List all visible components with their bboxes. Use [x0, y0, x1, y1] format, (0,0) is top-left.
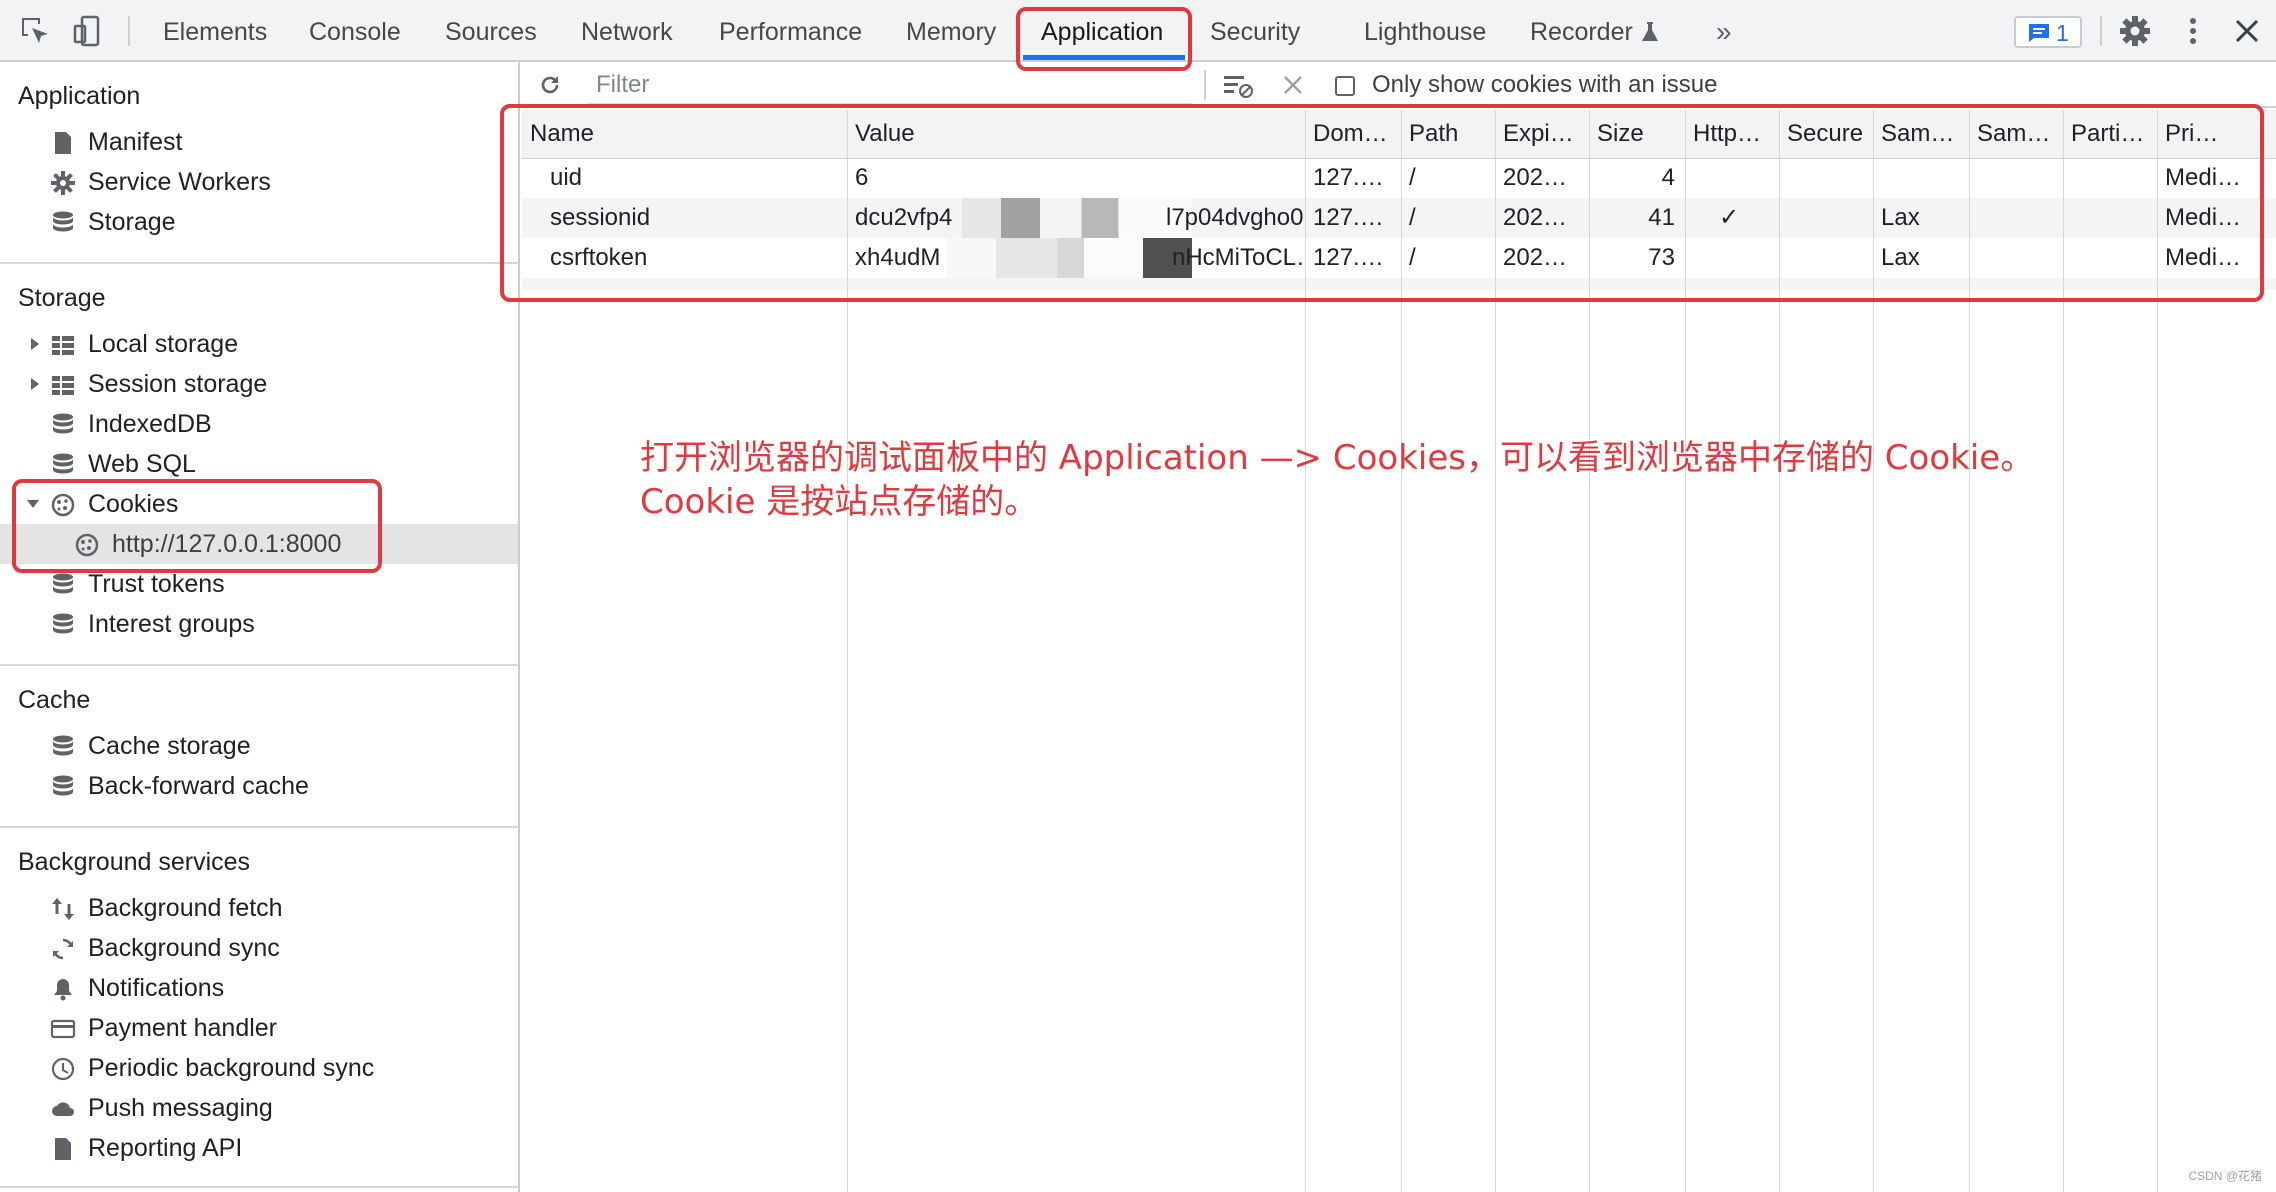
recorder-flask-icon: [1642, 22, 1658, 41]
clear-filtered-cookies-icon[interactable]: [1222, 72, 1256, 100]
cookies-toolbar: Only show cookies with an issue: [520, 62, 2276, 108]
section-title-cache: Cache: [18, 686, 91, 714]
expand-arrow-icon[interactable]: [28, 334, 42, 354]
sidebar-item-payment-handler[interactable]: Payment handler: [0, 1008, 518, 1048]
tab-performance[interactable]: Performance: [719, 0, 862, 60]
sidebar-item-background-sync[interactable]: Background sync: [0, 928, 518, 968]
database-icon: [53, 453, 73, 474]
gear-icon: [51, 171, 75, 195]
device-toolbar-icon[interactable]: [72, 14, 106, 48]
tab-network[interactable]: Network: [581, 0, 673, 60]
more-tabs-button[interactable]: »: [1716, 0, 1732, 60]
application-sidebar: Application Manifest Service Workers Sto…: [0, 62, 520, 1192]
sidebar-item-background-fetch[interactable]: Background fetch: [0, 888, 518, 928]
tab-memory[interactable]: Memory: [906, 0, 996, 60]
sync-icon: [53, 938, 73, 960]
tab-sources[interactable]: Sources: [445, 0, 537, 60]
sidebar-item-session-storage[interactable]: Session storage: [0, 364, 518, 404]
watermark: CSDN @花猪: [2188, 1169, 2262, 1183]
expand-arrow-icon[interactable]: [28, 374, 42, 394]
issues-message-icon: [2029, 24, 2049, 42]
inspect-element-icon[interactable]: [18, 14, 52, 48]
database-icon: [53, 573, 73, 594]
tab-elements[interactable]: Elements: [163, 0, 267, 60]
sidebar-item-periodic-background-sync[interactable]: Periodic background sync: [0, 1048, 518, 1088]
sidebar-item-notifications[interactable]: Notifications: [0, 968, 518, 1008]
delete-all-cookies-icon[interactable]: [1282, 74, 1304, 96]
sidebar-divider: [0, 1186, 518, 1188]
sidebar-divider: [0, 826, 518, 828]
database-icon: [53, 775, 73, 796]
only-issues-label: Only show cookies with an issue: [1372, 71, 1718, 98]
sidebar-divider: [0, 262, 518, 264]
sidebar-item-reporting-api[interactable]: Reporting API: [0, 1128, 518, 1168]
refresh-icon[interactable]: [538, 73, 562, 97]
database-icon: [53, 735, 73, 756]
document-icon: [55, 1138, 71, 1160]
sidebar-item-storage[interactable]: Storage: [0, 202, 518, 242]
issues-counter-button[interactable]: 1: [2014, 16, 2082, 48]
sidebar-item-indexeddb[interactable]: IndexedDB: [0, 404, 518, 444]
sidebar-item-cache-storage[interactable]: Cache storage: [0, 726, 518, 766]
toolbar-separator: [2100, 16, 2102, 46]
sidebar-item-service-workers[interactable]: Service Workers: [0, 162, 518, 202]
settings-gear-icon[interactable]: [2118, 14, 2152, 48]
database-icon: [53, 211, 73, 232]
table-grid-icon: [52, 376, 74, 395]
sidebar-item-back-forward-cache[interactable]: Back-forward cache: [0, 766, 518, 806]
filter-input[interactable]: [588, 66, 1192, 104]
card-icon: [50, 1019, 76, 1039]
database-icon: [53, 613, 73, 634]
toolbar-separator: [128, 16, 130, 46]
more-vert-icon[interactable]: [2176, 14, 2210, 48]
database-icon: [53, 413, 73, 434]
section-title-background-services: Background services: [18, 848, 251, 876]
tab-lighthouse[interactable]: Lighthouse: [1364, 0, 1486, 60]
sidebar-item-push-messaging[interactable]: Push messaging: [0, 1088, 518, 1128]
document-icon: [55, 132, 71, 154]
issues-count: 1: [2056, 20, 2069, 46]
section-title-application: Application: [18, 82, 141, 110]
section-title-storage: Storage: [18, 284, 106, 312]
annotation-note: 打开浏览器的调试面板中的 Application —> Cookies，可以看到…: [640, 436, 2140, 524]
tab-console[interactable]: Console: [309, 0, 401, 60]
highlight-cookies-table: [500, 104, 2264, 302]
tab-security[interactable]: Security: [1210, 0, 1300, 60]
highlight-cookies-sidebar: [12, 479, 382, 573]
close-icon[interactable]: [2230, 14, 2264, 48]
annotation-line-1: 打开浏览器的调试面板中的 Application —> Cookies，可以看到…: [640, 438, 2035, 478]
up-down-arrows-icon: [52, 898, 74, 920]
sidebar-item-manifest[interactable]: Manifest: [0, 122, 518, 162]
toolbar-separator: [1204, 70, 1206, 100]
annotation-line-2: Cookie 是按站点存储的。: [640, 482, 1039, 522]
highlight-application-tab: [1016, 7, 1192, 71]
clock-icon: [51, 1057, 75, 1081]
sidebar-item-web-sql[interactable]: Web SQL: [0, 444, 518, 484]
sidebar-item-interest-groups[interactable]: Interest groups: [0, 604, 518, 644]
only-issues-checkbox[interactable]: [1335, 76, 1355, 96]
tab-recorder[interactable]: Recorder: [1530, 0, 1633, 60]
bell-icon: [54, 979, 72, 1001]
sidebar-divider: [0, 664, 518, 666]
table-grid-icon: [52, 336, 74, 355]
sidebar-item-local-storage[interactable]: Local storage: [0, 324, 518, 364]
cloud-icon: [52, 1102, 74, 1116]
